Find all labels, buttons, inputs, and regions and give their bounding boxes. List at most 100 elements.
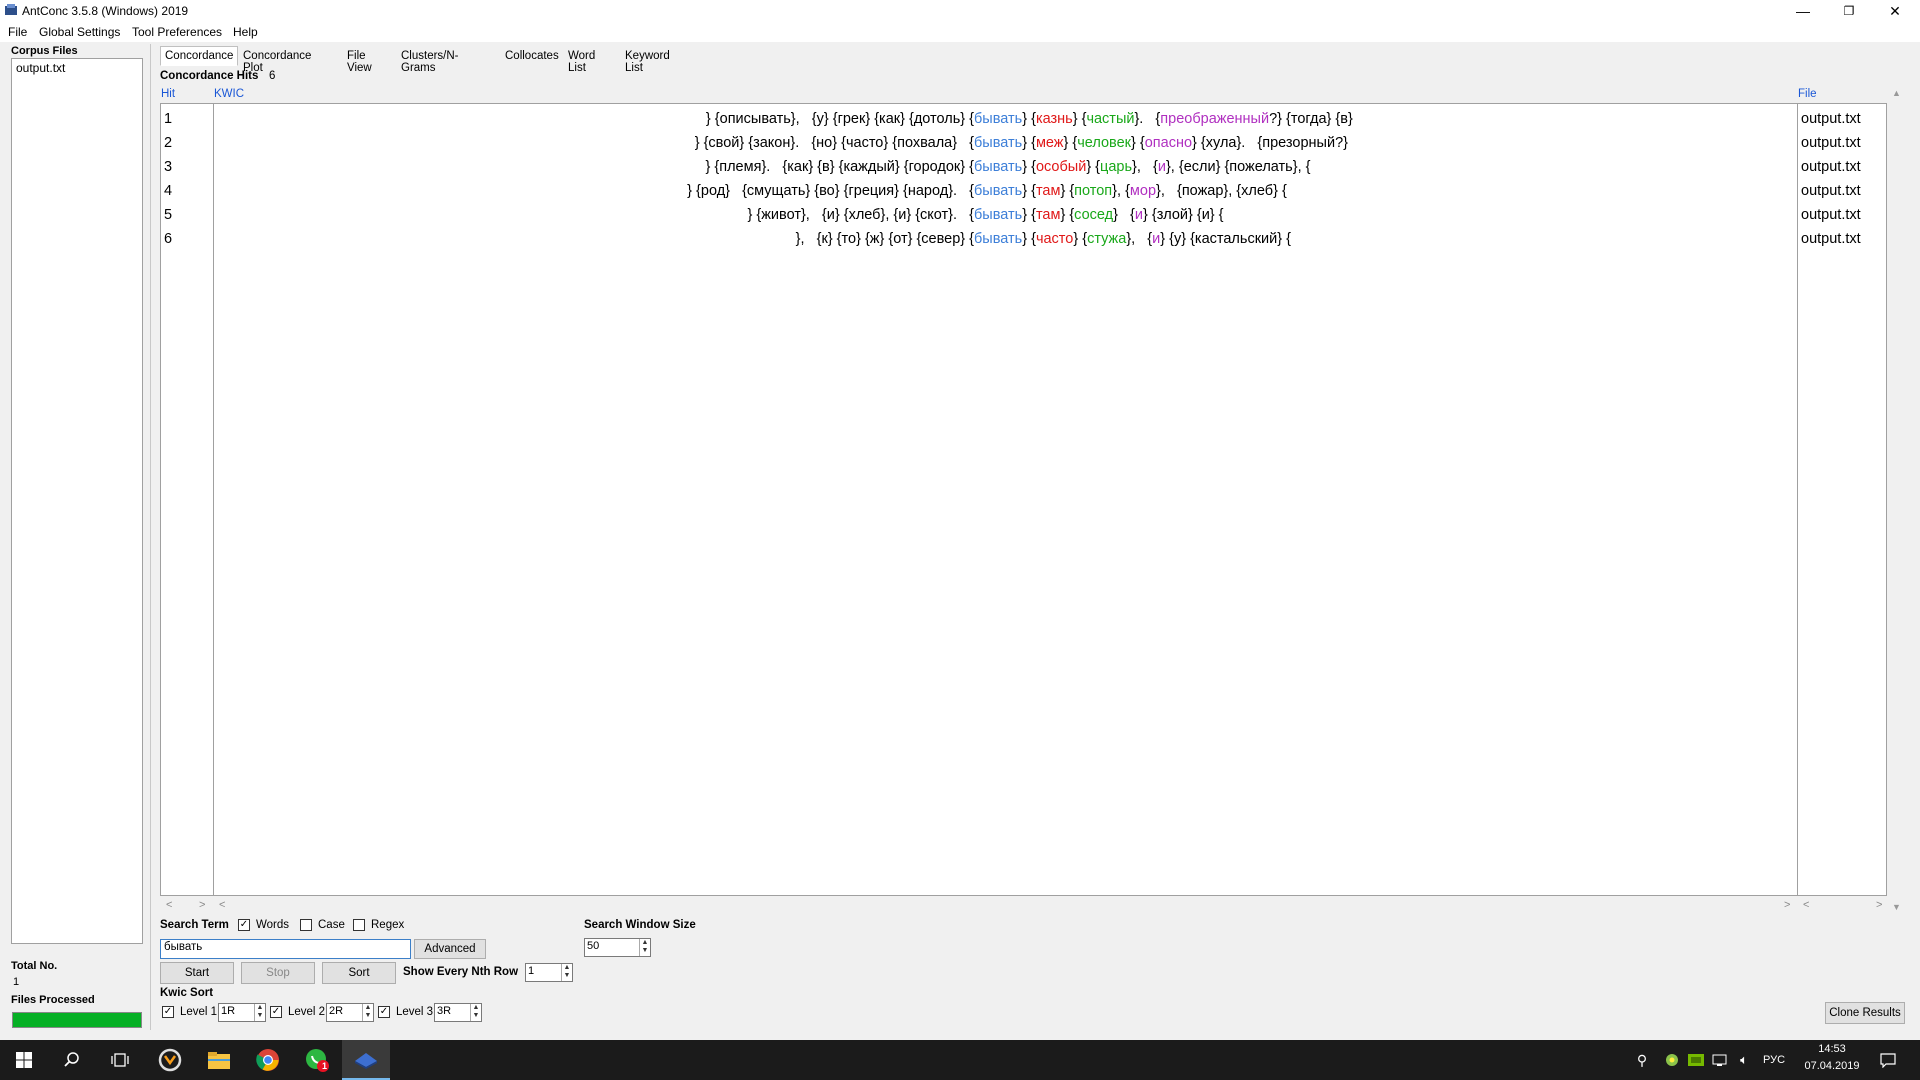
tab-word-list[interactable]: Word List: [563, 46, 600, 74]
level-2-spinner[interactable]: 2R ▲ ▼: [326, 1003, 374, 1022]
level-1-checkbox[interactable]: ✓: [162, 1006, 174, 1018]
kwic-line[interactable]: } {род} {смущать} {во} {греция} {народ}.…: [687, 183, 1287, 199]
kwic-left-context: }, {к} {то} {ж} {от} {север} {: [795, 231, 974, 247]
file-name[interactable]: output.txt: [1801, 207, 1861, 223]
overwatch-icon[interactable]: [146, 1040, 194, 1080]
level-3-spinner[interactable]: 3R ▲ ▼: [434, 1003, 482, 1022]
corpus-files-list[interactable]: output.txt: [11, 58, 143, 944]
search-window-size-spinner[interactable]: 50 ▲ ▼: [584, 938, 651, 957]
file-scroll-left-icon[interactable]: <: [1803, 899, 1809, 913]
spinner-arrows-icon[interactable]: ▲ ▼: [639, 939, 650, 956]
panel-divider[interactable]: [150, 44, 151, 1030]
kwic-punct: } {: [1022, 207, 1036, 223]
kwic-column[interactable]: } {описывать}, {у} {грек} {как} {дотоль}…: [213, 103, 1798, 896]
title-bar[interactable]: AntConc 3.5.8 (Windows) 2019 — ❐ ✕: [0, 0, 1920, 22]
hit-number[interactable]: 3: [164, 159, 172, 175]
menu-help[interactable]: Help: [233, 25, 258, 39]
notifications-icon[interactable]: [1868, 1040, 1908, 1080]
spinner-arrows-icon[interactable]: ▲ ▼: [362, 1004, 373, 1021]
show-every-nth-row-label: Show Every Nth Row: [403, 966, 519, 978]
file-name[interactable]: output.txt: [1801, 231, 1861, 247]
hit-number[interactable]: 2: [164, 135, 172, 151]
hit-number[interactable]: 4: [164, 183, 172, 199]
antconc-taskbar-icon[interactable]: [342, 1040, 390, 1080]
hit-number[interactable]: 1: [164, 111, 172, 127]
restore-button[interactable]: ❐: [1826, 0, 1872, 22]
volume-icon[interactable]: 🔈︎: [1732, 1040, 1756, 1080]
search-term-input[interactable]: бывать: [160, 939, 411, 959]
tab-file-view[interactable]: File View: [342, 46, 377, 74]
whatsapp-icon[interactable]: 1: [293, 1040, 341, 1080]
scroll-up-arrow-icon[interactable]: ▲: [1892, 88, 1901, 98]
level-1-value: 1R: [221, 1005, 236, 1017]
kwic-line[interactable]: } {описывать}, {у} {грек} {как} {дотоль}…: [706, 111, 1353, 127]
level-2-checkbox[interactable]: ✓: [270, 1006, 282, 1018]
spinner-arrows-icon[interactable]: ▲ ▼: [470, 1004, 481, 1021]
tab-concordance[interactable]: Concordance: [160, 46, 239, 66]
kwic-sort-word-2: царь: [1100, 159, 1133, 175]
kwic-scroll-right-icon[interactable]: >: [1784, 899, 1790, 913]
file-column-header[interactable]: File: [1798, 88, 1817, 100]
hit-column-header[interactable]: Hit: [161, 88, 175, 100]
network-icon[interactable]: [1708, 1040, 1732, 1080]
clock[interactable]: 14:53 07.04.2019: [1796, 1043, 1868, 1072]
search-icon[interactable]: [48, 1040, 96, 1080]
tab-collocates[interactable]: Collocates: [500, 46, 564, 66]
tab-clusters-ngrams[interactable]: Clusters/N-Grams: [396, 46, 464, 74]
sort-button[interactable]: Sort: [322, 962, 396, 984]
hit-column[interactable]: 1 2 3 4 5 6: [160, 103, 214, 896]
file-explorer-icon[interactable]: [195, 1040, 243, 1080]
nvidia-icon[interactable]: [1684, 1040, 1708, 1080]
kwic-line[interactable]: }, {к} {то} {ж} {от} {север} {бывать} {ч…: [796, 231, 1291, 247]
close-button[interactable]: ✕: [1872, 0, 1918, 22]
tab-keyword-list[interactable]: Keyword List: [620, 46, 675, 74]
stop-button[interactable]: Stop: [241, 962, 315, 984]
case-checkbox[interactable]: [300, 919, 312, 931]
spinner-arrows-icon[interactable]: ▲ ▼: [254, 1004, 265, 1021]
nth-row-spinner[interactable]: 1 ▲ ▼: [525, 963, 573, 982]
kwic-line[interactable]: } {свой} {закон}. {но} {часто} {похвала}…: [695, 135, 1348, 151]
menu-file[interactable]: File: [8, 25, 27, 39]
hit-scroll-left-icon[interactable]: <: [166, 899, 172, 913]
kwic-column-header[interactable]: KWIC: [214, 88, 244, 100]
kwic-keyword: бывать: [974, 207, 1023, 223]
level-3-checkbox[interactable]: ✓: [378, 1006, 390, 1018]
file-name[interactable]: output.txt: [1801, 135, 1861, 151]
kwic-punct: } {: [1060, 207, 1075, 223]
hit-number[interactable]: 5: [164, 207, 172, 223]
spinner-arrows-icon[interactable]: ▲ ▼: [561, 964, 572, 981]
words-checkbox[interactable]: ✓: [238, 919, 250, 931]
tab-concordance-plot[interactable]: Concordance Plot: [238, 46, 316, 74]
corpus-file-item[interactable]: output.txt: [12, 59, 142, 77]
kwic-punct: } {: [1063, 135, 1078, 151]
scroll-down-arrow-icon[interactable]: ▼: [1892, 902, 1901, 912]
kwic-scroll-left-icon[interactable]: <: [219, 899, 225, 913]
file-scroll-right-icon[interactable]: >: [1876, 899, 1882, 913]
chrome-icon[interactable]: [244, 1040, 292, 1080]
menu-global-settings[interactable]: Global Settings: [39, 25, 120, 39]
advanced-button[interactable]: Advanced: [414, 939, 486, 959]
kwic-line[interactable]: } {племя}. {как} {в} {каждый} {городок} …: [706, 159, 1311, 175]
language-indicator[interactable]: РУС: [1756, 1040, 1792, 1080]
hit-scroll-right-icon[interactable]: >: [199, 899, 205, 913]
clone-results-button[interactable]: Clone Results: [1825, 1002, 1905, 1024]
tray-app-icon[interactable]: [1660, 1040, 1684, 1080]
hit-number[interactable]: 6: [164, 231, 172, 247]
people-icon[interactable]: ⚲: [1624, 1040, 1660, 1080]
windows-start-icon[interactable]: [0, 1040, 48, 1080]
kwic-punct: } {: [1131, 135, 1145, 151]
minimize-button[interactable]: —: [1780, 0, 1826, 22]
kwic-sort-word-1: казнь: [1035, 111, 1073, 127]
file-name[interactable]: output.txt: [1801, 183, 1861, 199]
file-column[interactable]: output.txt output.txt output.txt output.txt…: [1797, 103, 1887, 896]
level-1-spinner[interactable]: 1R ▲ ▼: [218, 1003, 266, 1022]
file-name[interactable]: output.txt: [1801, 111, 1861, 127]
task-view-icon[interactable]: [96, 1040, 144, 1080]
file-name[interactable]: output.txt: [1801, 159, 1861, 175]
menu-tool-preferences[interactable]: Tool Preferences: [132, 25, 222, 39]
start-button[interactable]: Start: [160, 962, 234, 984]
kwic-line[interactable]: } {живот}, {и} {хлеб}, {и} {скот}. {быва…: [748, 207, 1224, 223]
regex-checkbox[interactable]: [353, 919, 365, 931]
kwic-left-context: } {племя}. {как} {в} {каждый} {городок} …: [705, 159, 974, 175]
case-label: Case: [318, 919, 345, 931]
